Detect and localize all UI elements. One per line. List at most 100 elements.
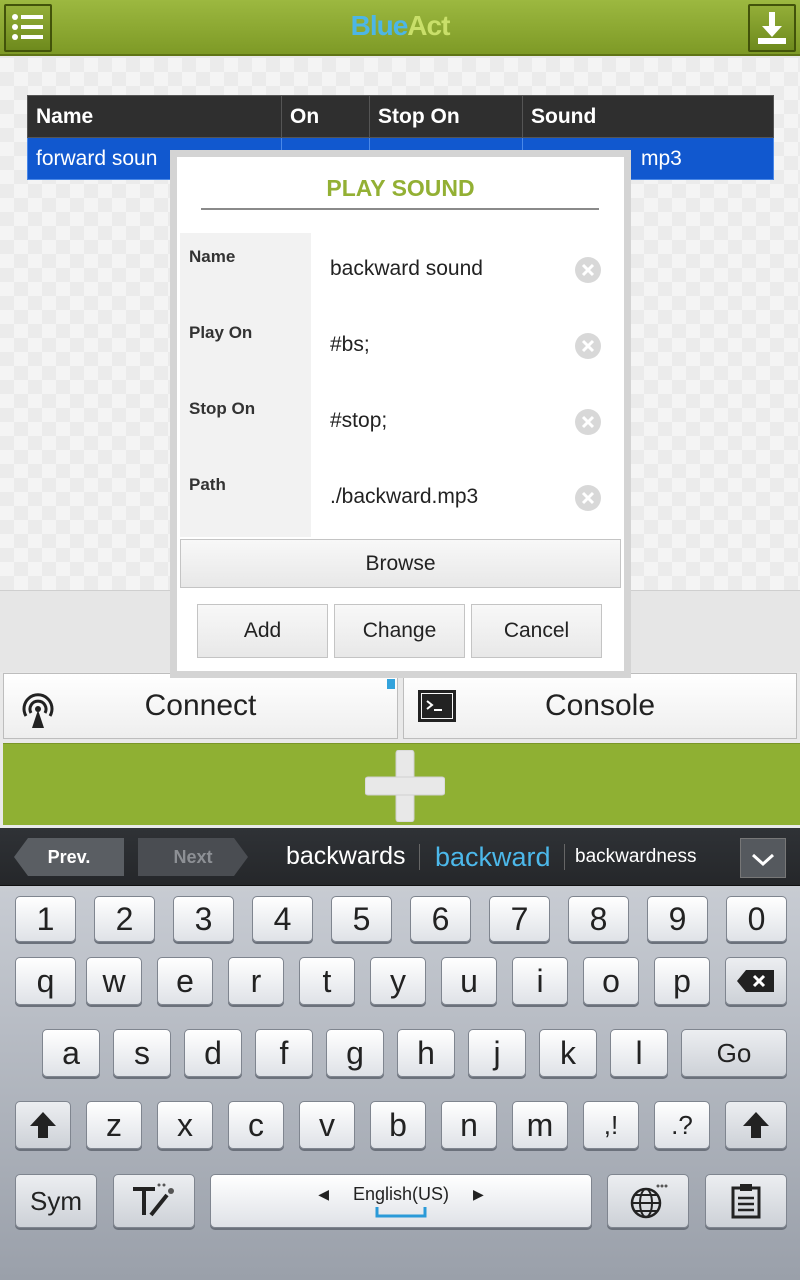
shift-arrow-icon bbox=[30, 1112, 56, 1138]
key[interactable]: i bbox=[512, 957, 568, 1005]
change-button[interactable]: Change bbox=[334, 604, 465, 658]
download-button[interactable] bbox=[748, 4, 796, 52]
clear-icon[interactable] bbox=[575, 485, 601, 511]
column-header: Sound bbox=[522, 95, 774, 138]
period-key[interactable]: .? bbox=[654, 1101, 710, 1149]
next-button[interactable]: Next bbox=[138, 838, 248, 876]
language-label: English(US) bbox=[352, 1183, 450, 1204]
name-input[interactable]: backward sound bbox=[330, 257, 483, 281]
add-button[interactable]: Add bbox=[197, 604, 328, 658]
clear-icon[interactable] bbox=[575, 333, 601, 359]
hide-keyboard-button[interactable] bbox=[740, 838, 786, 878]
key[interactable]: 7 bbox=[489, 896, 550, 942]
field-label: Stop On bbox=[180, 385, 311, 461]
key[interactable]: h bbox=[397, 1029, 455, 1077]
broadcast-icon bbox=[22, 693, 54, 728]
key[interactable]: 0 bbox=[726, 896, 787, 942]
keyboard: 1 2 3 4 5 6 7 8 9 0 q w e r t y u i o p … bbox=[0, 886, 800, 1280]
key[interactable]: m bbox=[512, 1101, 568, 1149]
key[interactable]: o bbox=[583, 957, 639, 1005]
key[interactable]: 8 bbox=[568, 896, 629, 942]
dialog-title: PLAY SOUND bbox=[326, 175, 475, 201]
app-title: BlueAct bbox=[350, 10, 451, 41]
suggestion-item[interactable]: backwardness bbox=[575, 846, 696, 868]
field-name: Name backward sound bbox=[180, 233, 621, 309]
key[interactable]: n bbox=[441, 1101, 497, 1149]
key[interactable]: 3 bbox=[173, 896, 234, 942]
console-button[interactable]: Console bbox=[403, 673, 797, 739]
space-key[interactable]: ◀ English(US) ▶ bbox=[210, 1174, 592, 1228]
field-path: Path ./backward.mp3 bbox=[180, 461, 621, 537]
globe-icon bbox=[630, 1184, 668, 1219]
key[interactable]: j bbox=[468, 1029, 526, 1077]
chevron-left-icon: ◀ bbox=[318, 1185, 329, 1202]
connect-button[interactable]: Connect bbox=[3, 673, 398, 739]
field-label: Path bbox=[180, 461, 311, 537]
field-play-on: Play On #bs; bbox=[180, 309, 621, 385]
play-on-input[interactable]: #bs; bbox=[330, 333, 370, 357]
key[interactable]: t bbox=[299, 957, 355, 1005]
field-label: Name bbox=[180, 233, 311, 309]
browse-button[interactable]: Browse bbox=[180, 539, 621, 588]
key[interactable]: q bbox=[15, 957, 76, 1005]
key[interactable]: 2 bbox=[94, 896, 155, 942]
key[interactable]: b bbox=[370, 1101, 426, 1149]
key[interactable]: 1 bbox=[15, 896, 76, 942]
suggestion-bar: Prev. Next backwards backward backwardne… bbox=[0, 828, 800, 886]
shift-key[interactable] bbox=[15, 1101, 71, 1149]
language-key[interactable] bbox=[607, 1174, 689, 1228]
go-key[interactable]: Go bbox=[681, 1029, 787, 1077]
backspace-key[interactable] bbox=[725, 957, 787, 1005]
play-sound-dialog: PLAY SOUND Name backward sound Play On #… bbox=[170, 150, 631, 678]
app-header: BlueAct bbox=[0, 0, 800, 56]
clear-icon[interactable] bbox=[575, 409, 601, 435]
shift-arrow-icon bbox=[743, 1112, 769, 1138]
key[interactable]: 5 bbox=[331, 896, 392, 942]
key[interactable]: 9 bbox=[647, 896, 708, 942]
key[interactable]: g bbox=[326, 1029, 384, 1077]
space-bar-icon bbox=[375, 1206, 427, 1217]
clear-icon[interactable] bbox=[575, 257, 601, 283]
chevron-down-icon bbox=[751, 853, 775, 867]
suggestion-item[interactable]: backward bbox=[435, 842, 551, 873]
key[interactable]: u bbox=[441, 957, 497, 1005]
key[interactable]: c bbox=[228, 1101, 284, 1149]
console-label: Console bbox=[544, 689, 656, 722]
field-stop-on: Stop On #stop; bbox=[180, 385, 621, 461]
key[interactable]: e bbox=[157, 957, 213, 1005]
shift-key-right[interactable] bbox=[725, 1101, 787, 1149]
key[interactable]: w bbox=[86, 957, 142, 1005]
clipboard-key[interactable] bbox=[705, 1174, 787, 1228]
add-bar[interactable] bbox=[3, 743, 800, 825]
column-header: Name bbox=[27, 95, 282, 138]
prev-button[interactable]: Prev. bbox=[14, 838, 124, 876]
clipboard-icon bbox=[731, 1184, 761, 1219]
key[interactable]: v bbox=[299, 1101, 355, 1149]
path-input[interactable]: ./backward.mp3 bbox=[330, 485, 478, 509]
comma-key[interactable]: ,! bbox=[583, 1101, 639, 1149]
plus-icon bbox=[365, 750, 445, 822]
key[interactable]: x bbox=[157, 1101, 213, 1149]
backspace-icon bbox=[737, 970, 774, 992]
chevron-right-icon: ▶ bbox=[473, 1185, 484, 1202]
handwriting-key[interactable] bbox=[113, 1174, 195, 1228]
key[interactable]: 6 bbox=[410, 896, 471, 942]
cancel-button[interactable]: Cancel bbox=[471, 604, 602, 658]
key[interactable]: a bbox=[42, 1029, 100, 1077]
key[interactable]: r bbox=[228, 957, 284, 1005]
key[interactable]: k bbox=[539, 1029, 597, 1077]
column-header: Stop On bbox=[369, 95, 523, 138]
key[interactable]: y bbox=[370, 957, 426, 1005]
stop-on-input[interactable]: #stop; bbox=[330, 409, 387, 433]
key[interactable]: s bbox=[113, 1029, 171, 1077]
key[interactable]: p bbox=[654, 957, 710, 1005]
key[interactable]: d bbox=[184, 1029, 242, 1077]
language-selector: ◀ English(US) ▶ bbox=[318, 1184, 484, 1205]
sym-key[interactable]: Sym bbox=[15, 1174, 97, 1228]
key[interactable]: z bbox=[86, 1101, 142, 1149]
key[interactable]: f bbox=[255, 1029, 313, 1077]
key[interactable]: 4 bbox=[252, 896, 313, 942]
key[interactable]: l bbox=[610, 1029, 668, 1077]
suggestion-item[interactable]: backwards bbox=[286, 842, 406, 871]
divider bbox=[201, 208, 599, 210]
